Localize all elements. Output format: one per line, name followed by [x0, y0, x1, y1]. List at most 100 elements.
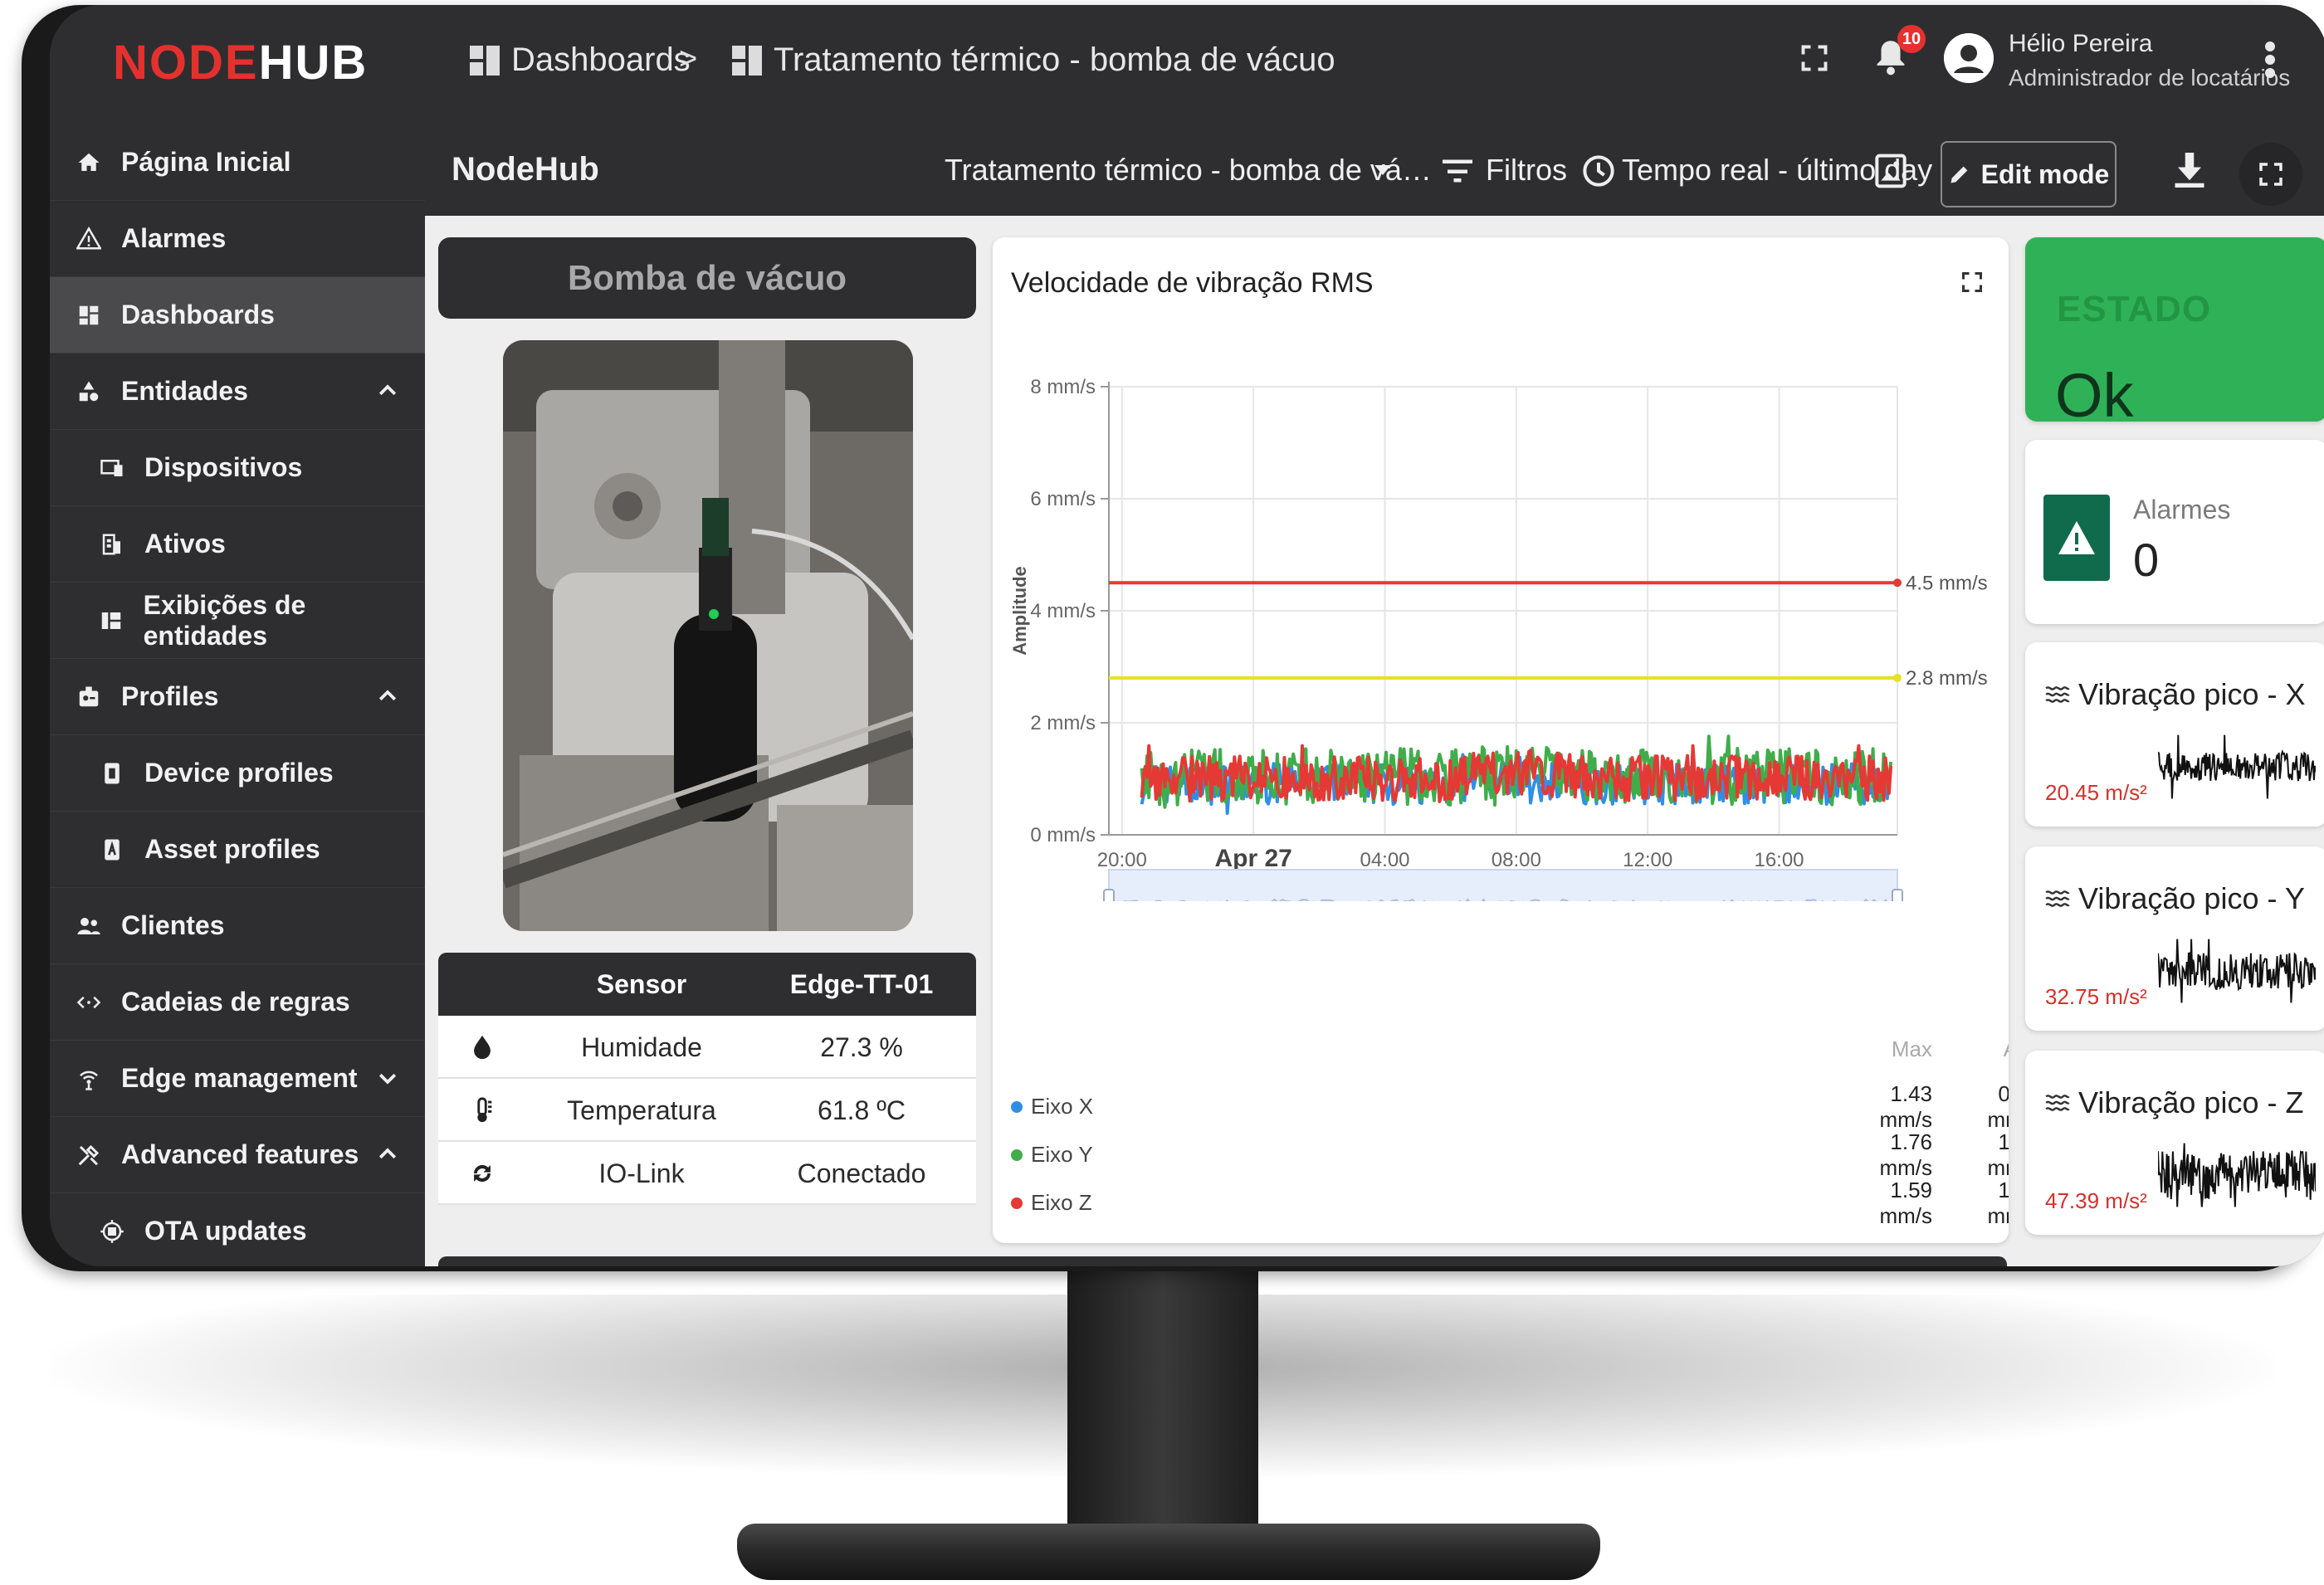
x-tick-label: 16:00 [1754, 849, 1804, 871]
vibration-title: Vibração pico - Y [2078, 881, 2305, 915]
user-icon [1944, 33, 1994, 83]
sidebar-item-asset-profiles[interactable]: Asset profiles [50, 812, 425, 888]
download-icon[interactable] [2175, 153, 2204, 188]
sidebar-item-device-profiles[interactable]: Device profiles [50, 735, 425, 812]
sidebar-item-dashboards[interactable]: Dashboards [50, 277, 425, 354]
bomba-title-widget: Bomba de vácuo [438, 237, 976, 319]
entity-views-icon [98, 607, 125, 635]
dashboard-icon [732, 45, 762, 76]
more-vert-icon[interactable] [2264, 41, 2276, 78]
filter-icon[interactable] [1443, 158, 1472, 184]
legend-item-eixo-x[interactable]: Eixo X 1.43 mm/s 0.91 mm/s [1011, 1081, 2009, 1132]
fullscreen-icon[interactable] [1960, 271, 1984, 294]
entities-icon [75, 378, 103, 406]
pencil-icon [1950, 166, 1967, 183]
pump-photo [503, 340, 913, 931]
threshold-label: 4.5 mm/s [1906, 572, 1988, 594]
sidebar-item-ota-updates[interactable]: OTA updates [50, 1193, 425, 1266]
edit-mode-button[interactable]: Edit mode [1941, 141, 2116, 207]
vibration-title: Vibração pico - Z [2078, 1085, 2304, 1119]
pump-image [503, 340, 913, 931]
estado-widget: ESTADO Ok [2025, 237, 2324, 422]
legend-dot [1011, 1197, 1023, 1209]
breadcrumb-dashboards[interactable]: Dashboards [470, 41, 691, 79]
x-tick-label: 04:00 [1360, 849, 1409, 871]
dashboard-select[interactable]: Tratamento térmico - bomba de vá… [945, 153, 1432, 188]
estado-label: ESTADO [2057, 289, 2212, 329]
sensor-table: Sensor Edge-TT-01 Humidade 27.3 % Temper… [438, 953, 976, 1205]
sidebar-item-cadeias-de-regras[interactable]: Cadeias de regras [50, 964, 425, 1041]
legend-dot [1011, 1100, 1023, 1113]
sidebar-item-profiles[interactable]: Profiles [50, 659, 425, 735]
legend-item-eixo-z[interactable]: Eixo Z 1.59 mm/s 1.01 mm/s [1011, 1178, 2009, 1228]
sidebar-item-ativos[interactable]: Ativos [50, 506, 425, 583]
waves-icon [2045, 686, 2070, 703]
nodehub-logo[interactable]: NODEHUB [113, 35, 368, 90]
data-zoom-handle-right[interactable] [1892, 889, 1903, 901]
sidebar-item-edge-management[interactable]: Edge management [50, 1041, 425, 1117]
vibration-chart[interactable]: 0 mm/s 2 mm/s 4 mm/s 6 mm/s 8 mm/s 20:00 Apr 2… [993, 320, 2009, 901]
sync-icon [474, 1164, 491, 1183]
fullscreen-icon[interactable] [1799, 43, 1829, 73]
avatar[interactable] [1944, 33, 1994, 83]
ota-icon [98, 1217, 126, 1246]
assets-icon [98, 530, 126, 558]
sidebar-item-dispositivos[interactable]: Dispositivos [50, 430, 425, 506]
image-export-icon[interactable] [1874, 153, 1907, 189]
legend-item-eixo-y[interactable]: Eixo Y 1.76 mm/s 1.04 mm/s [1011, 1129, 2009, 1180]
chevron-up-icon [378, 384, 397, 396]
chevron-down-icon [378, 1073, 397, 1085]
warning-icon [2043, 495, 2110, 581]
breadcrumb-separator: > [679, 41, 698, 76]
alarmes-widget[interactable]: Alarmes 0 [2025, 440, 2324, 624]
monitor-stand-foot [737, 1524, 1600, 1580]
header-device: Edge-TT-01 [789, 969, 934, 999]
breadcrumb-current[interactable]: Tratamento térmico - bomba de vácuo [732, 41, 1335, 79]
vibracao-pico-y-widget: Vibração pico - Y 32.75 m/s² [2025, 846, 2324, 1031]
screen: NODEHUB Dashboards > Tratamento térmico … [50, 5, 2324, 1266]
dashboard-fullscreen-button[interactable] [2239, 143, 2302, 206]
sidebar-item-exibicoes-de-entidades[interactable]: Exibições de entidades [50, 583, 425, 659]
warning-icon [75, 225, 103, 253]
drop-icon [474, 1035, 491, 1060]
customers-icon [75, 912, 103, 940]
caret-down-icon[interactable] [1374, 164, 1391, 176]
vibration-title: Vibração pico - X [2078, 677, 2306, 711]
filters-button[interactable]: Filtros [1486, 153, 1567, 188]
threshold-point [1893, 578, 1902, 588]
user-role: Administrador de locatários [2009, 65, 2291, 90]
waves-icon [2045, 1095, 2070, 1111]
table-row: Humidade 27.3 % [438, 1016, 976, 1079]
y-tick-label: 6 mm/s [1030, 488, 1096, 510]
dashboard-toolbar: NodeHub Tratamento térmico - bomba de vá… [425, 124, 2324, 216]
rule-chain-icon [75, 988, 103, 1017]
header-sensor: Sensor [596, 969, 687, 999]
notification-badge: 10 [1897, 25, 1926, 53]
clock-icon[interactable] [1582, 154, 1615, 188]
data-zoom-handle-left[interactable] [1103, 889, 1115, 901]
vibracao-pico-x-widget: Vibração pico - X 20.45 m/s² [2025, 642, 2324, 827]
x-tick-label: Apr 27 [1214, 845, 1291, 872]
sidebar-item-advanced-features[interactable]: Advanced features [50, 1117, 425, 1193]
tools-icon [75, 1141, 103, 1169]
user-name: Hélio Pereira [2009, 30, 2153, 57]
sidebar-item-pagina-inicial[interactable]: Página Inicial [50, 124, 425, 201]
y-tick-label: 0 mm/s [1030, 824, 1096, 846]
sensor-table-header: Sensor Edge-TT-01 [438, 953, 976, 1016]
vibration-value: 47.39 m/s² [2045, 1188, 2147, 1213]
x-tick-label: 12:00 [1623, 849, 1672, 871]
y-tick-label: 4 mm/s [1030, 600, 1096, 622]
monitor-stand-neck [1067, 1261, 1258, 1552]
alarmes-label: Alarmes [2133, 495, 2231, 524]
sidebar-item-clientes[interactable]: Clientes [50, 888, 425, 964]
home-icon [75, 149, 103, 177]
dashboard-content: Bomba de vácuo Sensor Edge-TT-01 Humidad… [425, 216, 2324, 1266]
sidebar-item-entidades[interactable]: Entidades [50, 354, 425, 430]
vibration-sparkline [2158, 1143, 2316, 1207]
legend-dot [1011, 1149, 1023, 1161]
sidebar-item-alarmes[interactable]: Alarmes [50, 201, 425, 277]
threshold-label: 2.8 mm/s [1906, 667, 1988, 690]
fullscreen-icon [2259, 163, 2282, 186]
dashboard-icon [75, 301, 103, 329]
alarmes-count: 0 [2133, 534, 2160, 586]
